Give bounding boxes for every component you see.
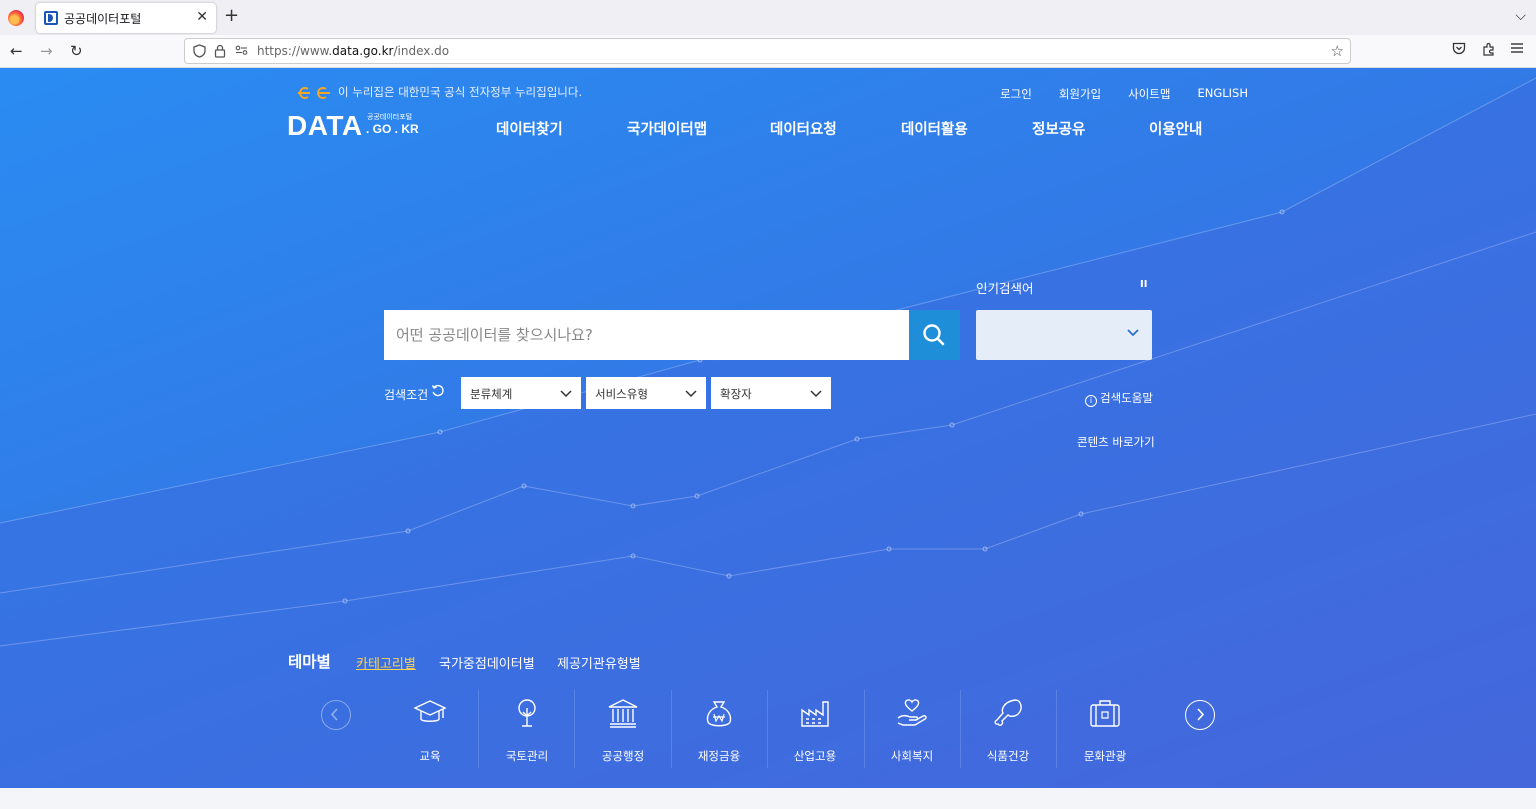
nav-national-data-map[interactable]: 국가데이터맵 — [627, 118, 707, 139]
tab-list-chevron-icon[interactable]: ⌵ — [1515, 8, 1526, 24]
english-link[interactable]: ENGLISH — [1197, 86, 1248, 102]
site-logo[interactable]: DATA 공공데이터포털 . GO . KR — [287, 110, 419, 142]
forward-arrow-icon[interactable]: → — [40, 42, 53, 60]
firefox-icon[interactable] — [8, 10, 24, 26]
category-item-industry-employment[interactable]: 산업고용 — [767, 688, 863, 768]
search-input[interactable] — [384, 310, 909, 360]
category-item-welfare[interactable]: 사회복지 — [864, 688, 960, 768]
tab-title: 공공데이터포털 — [64, 12, 142, 26]
search-help-link[interactable]: i 검색도움말 — [1085, 390, 1153, 407]
gov-banner-text: 이 누리집은 대한민국 공식 전자정부 누리집입니다. — [338, 85, 583, 99]
category-label: 식품건강 — [986, 749, 1030, 763]
category-item-culture-tourism[interactable]: 문화관광 — [1057, 688, 1153, 768]
sitemap-link[interactable]: 사이트맵 — [1128, 86, 1170, 102]
nav-data-use[interactable]: 데이터활용 — [901, 118, 968, 139]
suitcase-icon — [1090, 700, 1120, 727]
background-graph-decoration — [0, 77, 1536, 788]
menu-icon[interactable] — [1510, 42, 1524, 58]
lock-icon[interactable] — [214, 44, 226, 61]
pocket-icon[interactable] — [1452, 42, 1466, 59]
carousel-next-button[interactable] — [1185, 700, 1215, 730]
gov-banner: 이 누리집은 대한민국 공식 전자정부 누리집입니다. — [296, 84, 582, 100]
category-label: 공공행정 — [601, 749, 645, 763]
browser-nav-bar: ← → ↻ https://www.data.go.kr/index.do ☆ — [0, 35, 1536, 68]
info-icon: i — [1085, 395, 1097, 407]
category-label: 문화관광 — [1083, 749, 1127, 763]
permissions-icon[interactable] — [235, 44, 248, 59]
filter-service-type-select[interactable]: 서비스유형 — [586, 377, 706, 409]
chevron-down-icon — [685, 390, 697, 398]
url-text[interactable]: https://www.data.go.kr/index.do — [257, 44, 449, 58]
category-item-education[interactable]: 교육 — [382, 688, 478, 768]
chevron-down-icon — [560, 390, 572, 398]
reload-icon[interactable]: ↻ — [70, 42, 83, 60]
category-item-food-health[interactable]: 식품건강 — [960, 688, 1056, 768]
tab-category[interactable]: 카테고리별 — [356, 653, 416, 672]
category-item-public-admin[interactable]: 공공행정 — [575, 688, 671, 768]
page-hero: 이 누리집은 대한민국 공식 전자정부 누리집입니다. 로그인 회원가입 사이트… — [0, 68, 1536, 788]
filter-extension-label: 확장자 — [720, 387, 752, 401]
money-bag-icon — [706, 701, 732, 727]
nav-info-share[interactable]: 정보공유 — [1032, 118, 1085, 139]
government-building-icon — [608, 699, 638, 728]
reset-icon[interactable] — [431, 384, 445, 398]
nav-data-request[interactable]: 데이터요청 — [770, 118, 837, 139]
search-help-label: 검색도움말 — [1100, 391, 1153, 405]
tab-national-priority-data[interactable]: 국가중점데이터별 — [439, 653, 535, 672]
utility-links: 로그인 회원가입 사이트맵 ENGLISH — [1000, 86, 1248, 102]
tree-icon — [518, 699, 536, 727]
category-label: 교육 — [419, 749, 441, 763]
drumstick-icon — [994, 699, 1022, 726]
category-label: 사회복지 — [890, 749, 934, 763]
url-bar[interactable]: https://www.data.go.kr/index.do ☆ — [184, 38, 1351, 64]
search-button[interactable] — [909, 310, 960, 360]
popular-keywords-label: 인기검색어 — [976, 281, 1034, 296]
logo-domain-text: . GO . KR — [366, 122, 419, 136]
graduation-cap-icon — [413, 700, 447, 722]
filter-classification-select[interactable]: 분류체계 — [461, 377, 581, 409]
skip-to-contents-link[interactable]: 콘텐츠 바로가기 — [1077, 434, 1155, 450]
new-tab-button[interactable]: + — [224, 7, 239, 25]
page-bottom-strip — [0, 788, 1536, 809]
browser-tab-bar: 공공데이터포털 ✕ + ⌵ — [0, 0, 1536, 35]
category-label: 국토관리 — [505, 749, 549, 763]
filter-extension-select[interactable]: 확장자 — [711, 377, 831, 409]
bookmark-star-icon[interactable]: ☆ — [1331, 42, 1344, 60]
carousel-prev-button[interactable] — [321, 700, 351, 730]
nav-find-data[interactable]: 데이터찾기 — [496, 118, 563, 139]
tab-provider-type[interactable]: 제공기관유형별 — [557, 653, 641, 672]
chevron-left-icon — [330, 708, 338, 721]
chevron-down-icon — [810, 390, 822, 398]
search-box — [384, 310, 909, 360]
theme-title: 테마별 — [288, 653, 331, 671]
search-icon — [923, 324, 945, 346]
hand-heart-icon — [897, 699, 927, 726]
gov-mark-icon — [298, 86, 330, 99]
category-item-land-management[interactable]: 국토관리 — [479, 688, 575, 768]
login-link[interactable]: 로그인 — [1000, 86, 1032, 102]
category-label: 재정금융 — [697, 749, 741, 763]
filter-service-type-label: 서비스유형 — [595, 387, 648, 401]
site-favicon-icon — [44, 11, 58, 25]
back-arrow-icon[interactable]: ← — [10, 42, 23, 60]
signup-link[interactable]: 회원가입 — [1059, 86, 1101, 102]
tab-close-icon[interactable]: ✕ — [196, 9, 208, 25]
filter-classification-label: 분류체계 — [470, 387, 513, 401]
browser-tab[interactable]: 공공데이터포털 ✕ — [36, 3, 216, 33]
nav-guide[interactable]: 이용안내 — [1149, 118, 1202, 139]
logo-main-text: DATA — [287, 110, 363, 141]
category-label: 산업고용 — [793, 749, 837, 763]
factory-icon — [801, 701, 829, 727]
logo-sub-text: 공공데이터포털 — [367, 113, 413, 121]
chevron-right-icon — [1197, 708, 1205, 721]
search-condition-label: 검색조건 — [384, 388, 429, 402]
shield-icon[interactable] — [193, 44, 206, 61]
popular-keywords-dropdown[interactable] — [976, 310, 1152, 360]
category-item-finance[interactable]: 재정금융 — [671, 688, 767, 768]
chevron-down-icon — [1127, 329, 1139, 337]
pause-icon[interactable]: II — [1140, 279, 1147, 290]
extensions-icon[interactable] — [1482, 42, 1496, 60]
